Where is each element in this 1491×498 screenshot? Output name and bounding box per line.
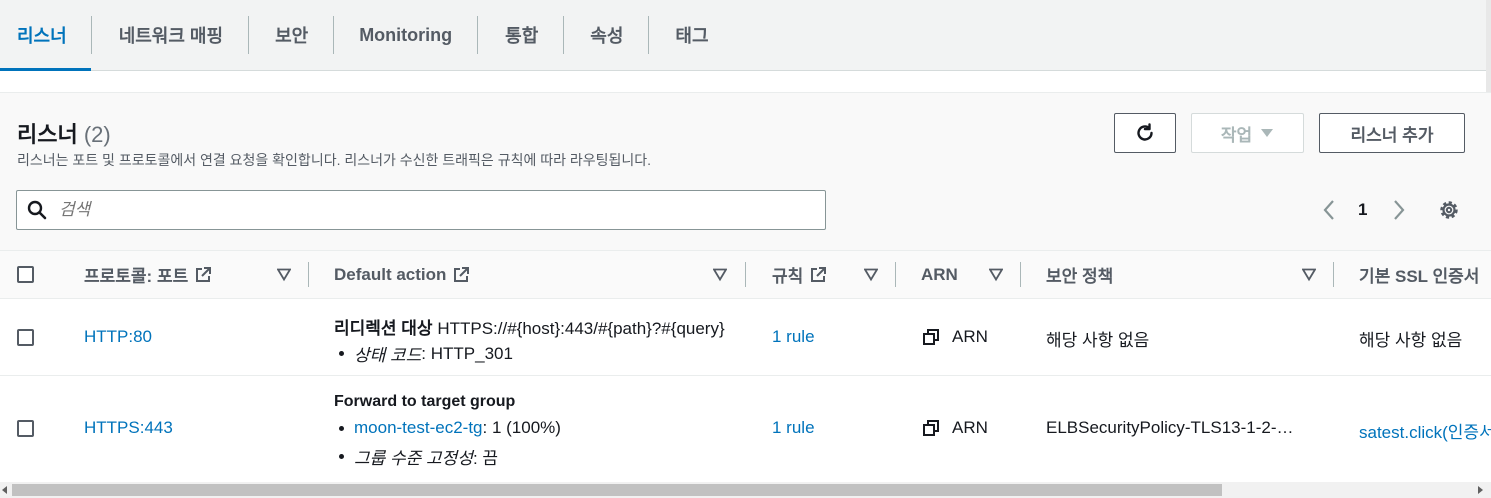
tab-monitoring[interactable]: Monitoring [334,0,477,70]
target-group-item: moon-test-ec2-tg: 1 (100%) [334,418,561,438]
tab-listeners-label: 리스너 [17,26,67,46]
column-header-protocol[interactable]: 프로토콜: 포트 [84,251,212,298]
listener-protocol-link[interactable]: HTTPS:443 [84,418,173,438]
sort-icon[interactable] [864,251,878,298]
default-action-summary: 리디렉션 대상 HTTPS://#{host}:443/#{path}?#{qu… [334,314,745,339]
arn-label: ARN [952,418,988,437]
target-group-link[interactable]: moon-test-ec2-tg [354,418,483,438]
table-header: 프로토콜: 포트 Default action 규칙 ARN 보안 정책 기본 … [0,250,1491,299]
column-header-ssl-certificate[interactable]: 기본 SSL 인증서 [1359,251,1479,298]
tab-attributes-label: 속성 [590,26,624,46]
column-divider [1333,262,1334,287]
chevron-right-icon [1394,200,1405,220]
security-policy-value: ELBSecurityPolicy-TLS13-1-2-… [1046,418,1294,437]
column-divider [745,262,746,287]
tab-tags-label: 태그 [675,26,709,46]
column-header-default-action-label: Default action [334,264,447,284]
scroll-thumb[interactable] [12,484,1222,496]
external-link-icon [196,266,212,282]
action-title: Forward to target group [334,393,516,410]
add-listener-label: 리스너 추가 [1350,125,1434,145]
listener-protocol-link[interactable]: HTTP:80 [84,327,152,347]
column-divider [308,262,309,287]
tab-security-label: 보안 [275,26,309,46]
refresh-button[interactable] [1114,113,1176,153]
scroll-right-arrow[interactable] [1478,486,1483,494]
column-header-rules-label: 규칙 [772,267,804,286]
tab-bar: 리스너 네트워크 매핑 보안 Monitoring 통합 속성 태그 [0,0,1491,71]
external-link-icon [811,266,827,282]
scroll-left-arrow[interactable] [2,486,7,494]
panel-title-text: 리스너 [17,122,78,147]
sort-icon[interactable] [989,251,1003,298]
rules-link[interactable]: 1 rule [772,327,815,347]
table-row[interactable]: HTTPS:443 Forward to target group moon-t… [0,376,1491,482]
arn-copy[interactable]: ARN [922,418,988,438]
ssl-cert-link[interactable]: satest.click(인증서 [1359,418,1491,443]
tab-network-mapping[interactable]: 네트워크 매핑 [92,0,248,70]
select-all-checkbox[interactable] [17,266,34,283]
external-link-icon [454,266,470,282]
column-header-rules[interactable]: 규칙 [772,251,827,298]
prev-page-button[interactable] [1320,197,1338,223]
column-header-arn[interactable]: ARN [921,251,958,298]
ssl-cert-value: 해당 사항 없음 [1359,331,1463,350]
tab-attributes[interactable]: 속성 [564,0,648,70]
status-code-value: : HTTP_301 [421,343,513,363]
stickiness-label: 그룹 수준 고정성 [354,449,473,468]
tab-listeners[interactable]: 리스너 [0,0,91,71]
stickiness-value: : 끔 [472,449,499,468]
next-page-button[interactable] [1390,197,1408,223]
copy-icon [923,420,939,436]
column-header-protocol-label: 프로토콜: 포트 [84,267,189,286]
tab-integrations-label: 통합 [505,26,539,46]
arn-label: ARN [952,327,988,346]
status-code-label: 상태 코드 [354,346,422,365]
actions-button[interactable]: 작업 [1191,113,1304,153]
panel-title: 리스너 (2) [17,117,111,149]
column-header-default-action[interactable]: Default action [334,251,470,298]
gear-icon [1440,201,1458,219]
chevron-left-icon [1323,200,1334,220]
copy-icon [923,329,939,345]
arn-copy[interactable]: ARN [922,327,988,347]
search-input[interactable] [59,200,799,220]
search-icon [27,200,47,220]
tab-monitoring-label: Monitoring [359,24,453,45]
security-policy-value: 해당 사항 없음 [1046,331,1150,350]
redirect-target: HTTPS://#{host}:443/#{path}?#{query} [437,319,725,338]
column-header-security-policy-label: 보안 정책 [1046,267,1114,286]
actions-button-label: 작업 [1220,125,1253,145]
target-group-weight: : 1 (100%) [482,418,561,437]
horizontal-scrollbar[interactable] [0,482,1491,498]
action-title: 리디렉션 대상 [334,319,433,338]
refresh-icon [1137,123,1153,141]
tab-integrations[interactable]: 통합 [478,0,563,70]
panel-description: 리스너는 포트 및 프로토콜에서 연결 요청을 확인합니다. 리스너가 수신한 … [17,152,652,168]
row-checkbox[interactable] [17,329,34,346]
rules-link[interactable]: 1 rule [772,418,815,438]
sort-icon[interactable] [1302,251,1316,298]
add-listener-button[interactable]: 리스너 추가 [1319,113,1465,153]
sort-icon[interactable] [713,251,727,298]
row-checkbox[interactable] [17,420,34,437]
status-code-item: 상태 코드: HTTP_301 [334,341,513,366]
column-divider [895,262,896,287]
sort-icon[interactable] [277,251,291,298]
caret-down-icon [1261,129,1274,137]
tab-security[interactable]: 보안 [249,0,333,70]
stickiness-item: 그룹 수준 고정성: 끔 [334,444,498,469]
table-row[interactable]: HTTP:80 리디렉션 대상 HTTPS://#{host}:443/#{pa… [0,299,1491,376]
listener-count: (2) [83,122,111,147]
tab-tags[interactable]: 태그 [649,0,733,70]
column-header-ssl-certificate-label: 기본 SSL 인증서 [1359,267,1480,286]
tab-network-mapping-label: 네트워크 매핑 [118,26,224,46]
column-header-arn-label: ARN [921,264,958,284]
page-number[interactable]: 1 [1358,197,1367,223]
preferences-button[interactable] [1437,197,1461,223]
column-header-security-policy[interactable]: 보안 정책 [1046,251,1113,298]
search-box[interactable] [16,190,826,230]
column-divider [1020,262,1021,287]
